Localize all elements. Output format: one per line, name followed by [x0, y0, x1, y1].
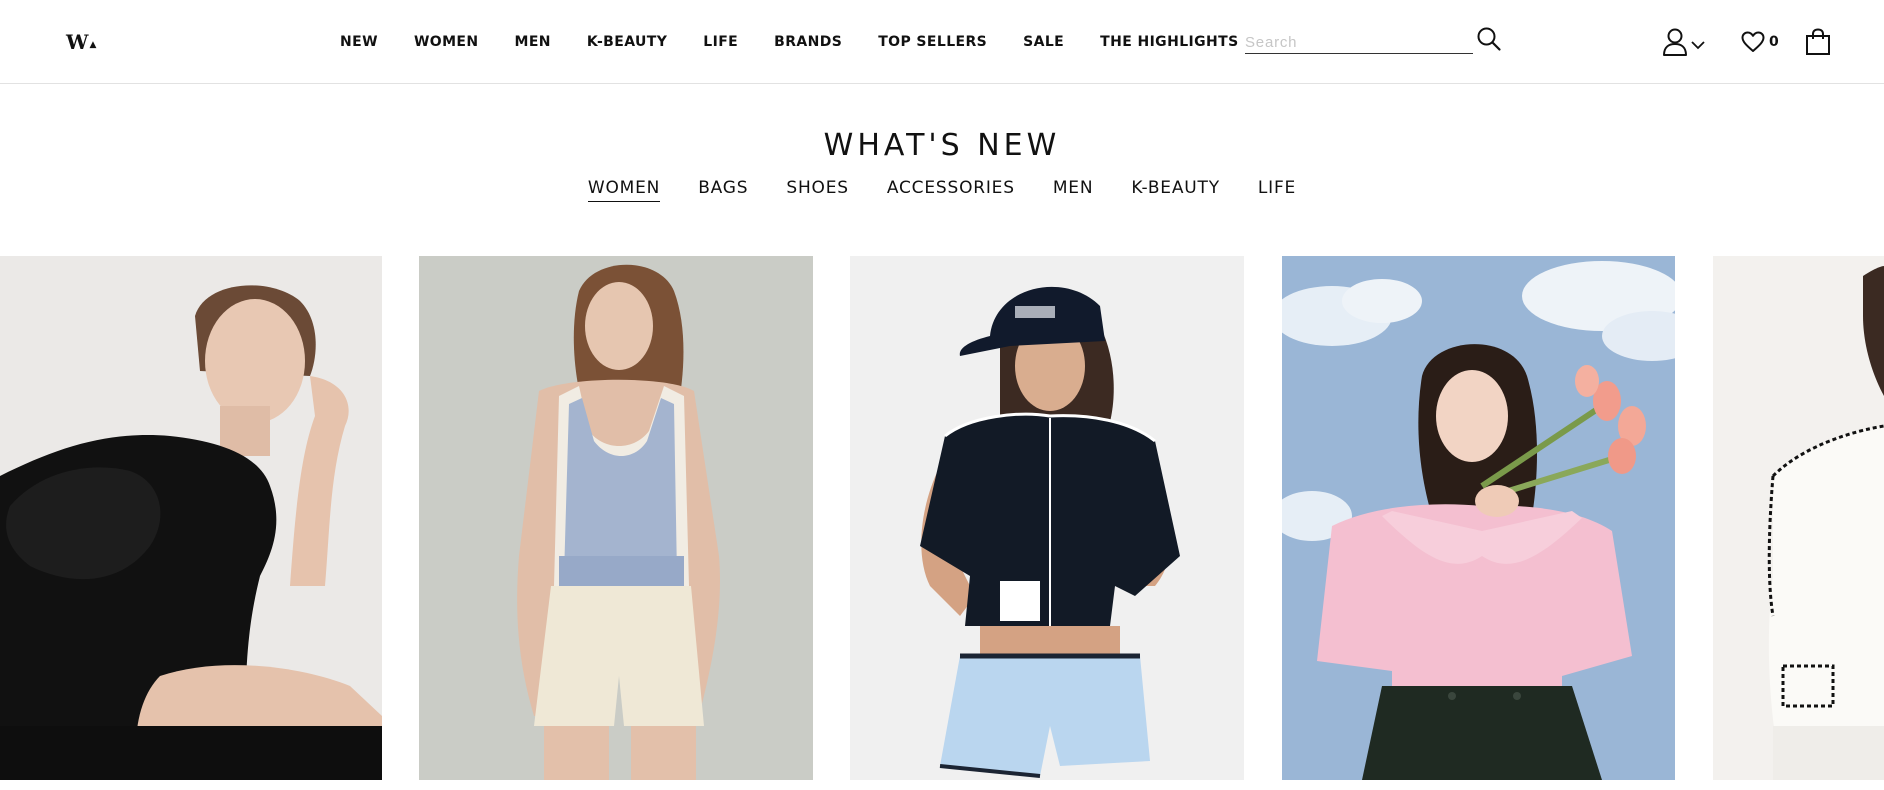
- nav-brands[interactable]: BRANDS: [774, 34, 842, 50]
- product-image: [0, 256, 382, 780]
- tab-shoes[interactable]: SHOES: [786, 178, 849, 202]
- heart-icon: [1741, 31, 1765, 52]
- nav-sale[interactable]: SALE: [1023, 34, 1064, 50]
- tab-k-beauty[interactable]: K-BEAUTY: [1131, 178, 1220, 202]
- account-button[interactable]: [1662, 26, 1708, 58]
- tab-accessories[interactable]: ACCESSORIES: [887, 178, 1015, 202]
- main-nav: NEW WOMEN MEN K-BEAUTY LIFE BRANDS TOP S…: [340, 0, 1239, 84]
- chevron-down-icon: [1691, 41, 1705, 50]
- wishlist-count: 0: [1769, 34, 1779, 50]
- cart-button[interactable]: [1805, 27, 1835, 57]
- section-title: WHAT'S NEW: [823, 128, 1061, 163]
- nav-the-highlights[interactable]: THE HIGHLIGHTS: [1100, 34, 1238, 50]
- product-card-black-ruffle-top[interactable]: [0, 256, 382, 780]
- search-bar: [1245, 26, 1501, 56]
- product-image: [1713, 256, 1884, 780]
- logo[interactable]: W▲: [66, 30, 96, 54]
- user-icon: [1663, 28, 1687, 56]
- product-card-navy-puff-sleeve-top[interactable]: [850, 256, 1244, 780]
- shopping-bag-icon: [1806, 28, 1830, 55]
- wishlist-button[interactable]: 0: [1741, 28, 1787, 56]
- logo-mark: ▲: [89, 40, 97, 50]
- tab-women[interactable]: WOMEN: [587, 178, 661, 202]
- product-card-white-tweed-jacket[interactable]: [1713, 256, 1884, 780]
- product-image: [1282, 256, 1675, 780]
- category-tabs: WOMEN BAGS SHOES ACCESSORIES MEN K-BEAUT…: [0, 178, 1884, 202]
- nav-life[interactable]: LIFE: [703, 34, 738, 50]
- product-card-blue-knit-tank[interactable]: [419, 256, 813, 780]
- nav-k-beauty[interactable]: K-BEAUTY: [587, 34, 667, 50]
- tab-life[interactable]: LIFE: [1258, 178, 1296, 202]
- nav-men[interactable]: MEN: [515, 34, 551, 50]
- search-button[interactable]: [1475, 26, 1503, 54]
- nav-new[interactable]: NEW: [340, 34, 378, 50]
- tab-bags[interactable]: BAGS: [698, 178, 748, 202]
- search-icon: [1477, 27, 1501, 51]
- product-image: [419, 256, 813, 780]
- search-input[interactable]: [1245, 30, 1473, 54]
- logo-text: W: [66, 30, 89, 54]
- product-image: [850, 256, 1244, 780]
- nav-women[interactable]: WOMEN: [414, 34, 479, 50]
- site-header: W▲ NEW WOMEN MEN K-BEAUTY LIFE BRANDS TO…: [0, 0, 1884, 84]
- tab-men[interactable]: MEN: [1053, 178, 1094, 202]
- nav-top-sellers[interactable]: TOP SELLERS: [878, 34, 987, 50]
- product-card-pink-ruffle-blouse[interactable]: [1282, 256, 1675, 780]
